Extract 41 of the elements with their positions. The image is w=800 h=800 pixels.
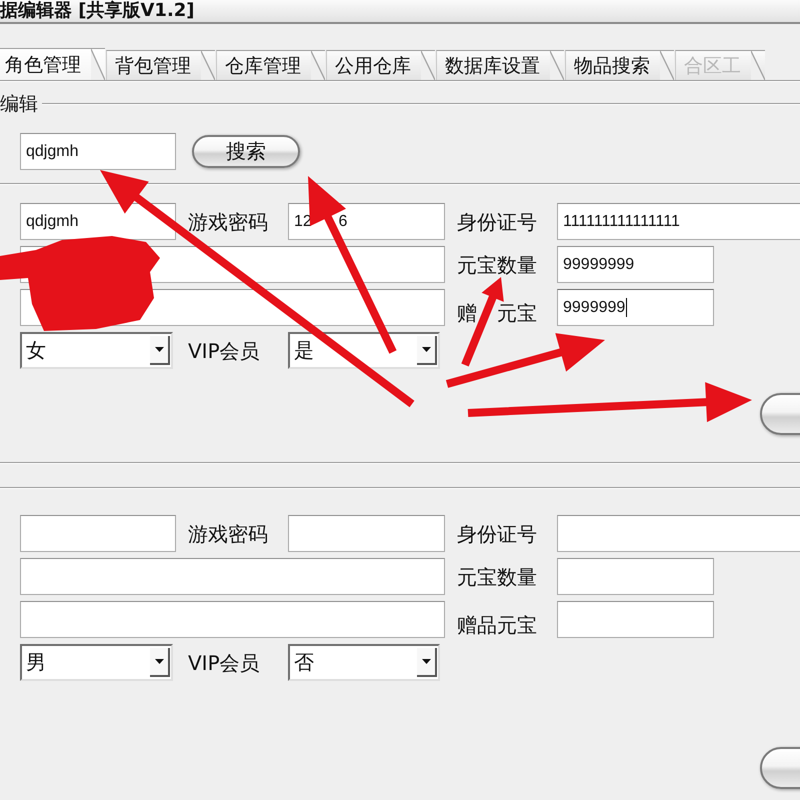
tab[interactable]: 背包管理 (106, 50, 215, 80)
caret-down-icon (422, 659, 430, 664)
vip-dropdown[interactable]: 否 (288, 644, 440, 681)
field-label: VIP会员 (188, 340, 261, 360)
field-label: 元宝数量 (457, 254, 538, 274)
text-field[interactable]: qdjgmh (20, 203, 176, 240)
field-label: VIP会员 (188, 652, 261, 672)
ingot-count-field[interactable] (557, 558, 714, 595)
search-field[interactable]: qdjgmh (20, 133, 176, 170)
text-field[interactable] (20, 558, 445, 595)
tab[interactable]: 公用仓库 (326, 50, 435, 80)
text-field[interactable] (20, 515, 176, 552)
caret-down-icon (422, 347, 430, 352)
field-label: 赠品元宝 (457, 615, 538, 635)
field-label: 身份证号 (457, 524, 538, 544)
bonus-ingot-field[interactable] (557, 601, 714, 638)
tab[interactable]: 仓库管理 (216, 50, 325, 80)
dropdown-button[interactable] (150, 648, 170, 677)
field-label: 身份证号 (457, 212, 538, 232)
field-label: 游戏密码 (188, 212, 269, 232)
caret-down-icon (154, 347, 164, 352)
field-label: 元宝数量 (457, 566, 538, 586)
tab[interactable]: 角色管理 (0, 48, 105, 80)
group-legend: 编辑 (0, 94, 42, 114)
ingot-count-field[interactable]: 99999999 (557, 246, 714, 283)
dropdown[interactable]: 女 (20, 332, 173, 369)
dropdown-button[interactable] (417, 336, 437, 365)
search-button[interactable]: 搜索 (192, 135, 300, 168)
dropdown-button[interactable] (417, 648, 437, 677)
tab[interactable]: 数据库设置 (436, 50, 564, 80)
field-label: 赠 元宝 (457, 303, 538, 323)
bonus-ingot-field[interactable]: 9999999 (557, 289, 714, 326)
password-field[interactable] (288, 515, 445, 552)
text-cursor-icon (626, 298, 628, 317)
dropdown-button[interactable] (150, 336, 170, 365)
tab[interactable]: 物品搜索 (565, 50, 674, 80)
caret-down-icon (154, 659, 164, 664)
field-label: 游戏密码 (188, 524, 269, 544)
id-number-field[interactable]: 111111111111111 (557, 203, 800, 240)
dropdown[interactable]: 男 (20, 644, 173, 681)
text-field[interactable] (20, 601, 445, 638)
